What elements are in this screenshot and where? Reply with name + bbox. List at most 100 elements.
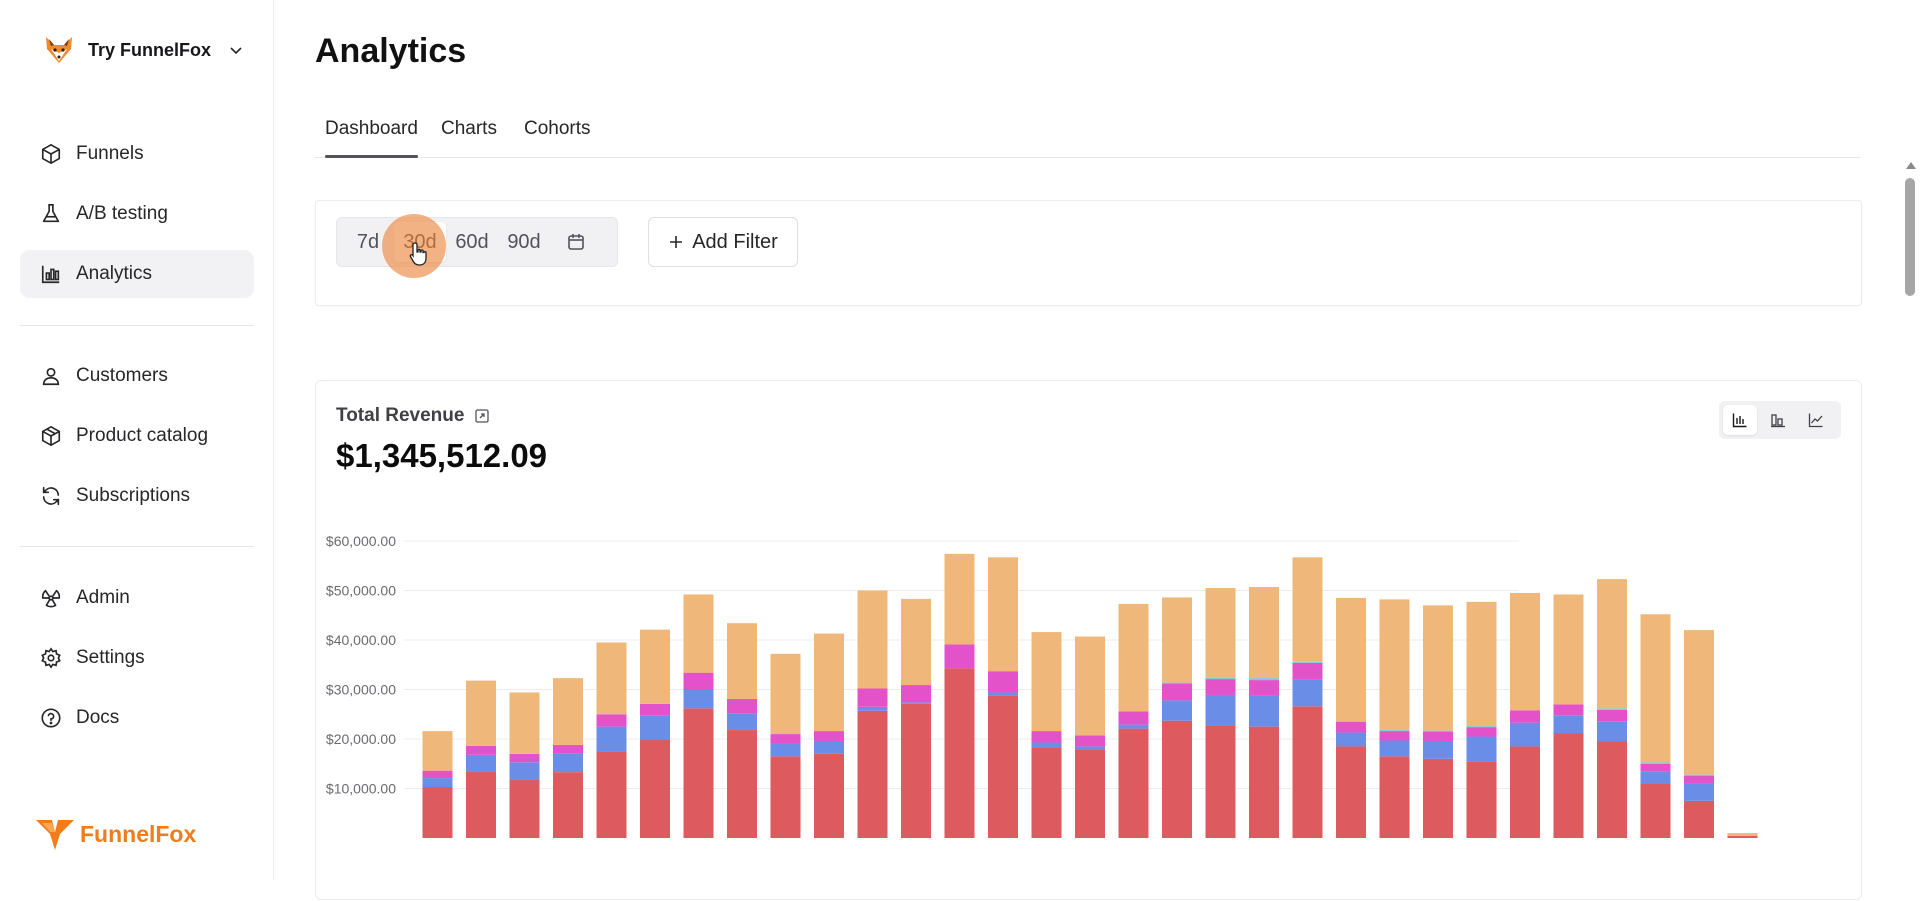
sidebar-item-product-catalog[interactable]: Product catalog	[20, 412, 254, 460]
sidebar-item-customers[interactable]: Customers	[20, 352, 254, 400]
range-7d-button[interactable]: 7d	[342, 222, 394, 262]
bar-segment[interactable]	[1249, 587, 1279, 679]
bar-segment[interactable]	[1684, 774, 1714, 776]
bar-segment[interactable]	[1249, 726, 1279, 838]
bar-segment[interactable]	[727, 730, 757, 838]
bar-segment[interactable]	[901, 685, 931, 703]
bar-segment[interactable]	[857, 710, 888, 838]
bar-segment[interactable]	[640, 703, 670, 716]
bar-segment[interactable]	[1336, 746, 1366, 838]
sidebar-item-settings[interactable]: Settings	[20, 634, 254, 682]
bar-segment[interactable]	[422, 778, 453, 788]
bar-segment[interactable]	[727, 623, 757, 699]
workspace-switcher[interactable]: Try FunnelFox	[42, 32, 243, 68]
bar-segment[interactable]	[1423, 758, 1453, 838]
bar-segment[interactable]	[1075, 636, 1105, 736]
bar-segment[interactable]	[1510, 746, 1540, 838]
bar-segment[interactable]	[1553, 733, 1584, 838]
bar-segment[interactable]	[770, 653, 801, 735]
bar-segment[interactable]	[1292, 661, 1323, 663]
bar-segment[interactable]	[901, 598, 931, 686]
bar-segment[interactable]	[901, 703, 931, 838]
bar-segment[interactable]	[901, 702, 931, 704]
bar-segment[interactable]	[1379, 740, 1410, 757]
bar-segment[interactable]	[509, 779, 540, 838]
bar-segment[interactable]	[1510, 722, 1540, 747]
bar-segment[interactable]	[1640, 614, 1671, 763]
bar-segment[interactable]	[1162, 700, 1192, 721]
bar-segment[interactable]	[553, 772, 583, 838]
bar-segment[interactable]	[683, 672, 714, 690]
bar-segment[interactable]	[1205, 677, 1236, 680]
bar-segment[interactable]	[1466, 726, 1497, 728]
bar-segment[interactable]	[1684, 775, 1714, 784]
bar-segment[interactable]	[596, 751, 627, 838]
bar-segment[interactable]	[727, 698, 757, 714]
bar-segment[interactable]	[1205, 725, 1236, 838]
bar-segment[interactable]	[1292, 679, 1323, 707]
bar-segment[interactable]	[1553, 594, 1584, 705]
bar-segment[interactable]	[814, 753, 844, 838]
bar-segment[interactable]	[944, 553, 975, 645]
bar-segment[interactable]	[1118, 603, 1149, 712]
bar-segment[interactable]	[1379, 599, 1410, 731]
sidebar-item-analytics[interactable]: Analytics	[20, 250, 254, 298]
bar-segment[interactable]	[857, 688, 888, 707]
bar-segment[interactable]	[640, 739, 670, 838]
bar-segment[interactable]	[1336, 597, 1366, 722]
bar-segment[interactable]	[1423, 731, 1453, 741]
bar-segment[interactable]	[1249, 695, 1279, 727]
bar-segment[interactable]	[466, 745, 496, 755]
bar-segment[interactable]	[770, 734, 801, 744]
custom-date-button[interactable]	[550, 222, 602, 262]
bar-segment[interactable]	[1684, 800, 1714, 838]
bar-segment[interactable]	[466, 754, 496, 772]
bar-segment[interactable]	[1597, 741, 1627, 838]
bar-segment[interactable]	[1640, 783, 1671, 838]
sidebar-item-docs[interactable]: Docs	[20, 694, 254, 742]
bar-segment[interactable]	[596, 714, 627, 727]
bar-segment[interactable]	[683, 689, 714, 709]
bar-segment[interactable]	[1075, 749, 1105, 838]
add-filter-button[interactable]: Add Filter	[648, 217, 798, 267]
bar-segment[interactable]	[466, 680, 496, 746]
bar-segment[interactable]	[1075, 735, 1105, 747]
bar-segment[interactable]	[683, 708, 714, 838]
bar-segment[interactable]	[1640, 763, 1671, 772]
bar-segment[interactable]	[1205, 694, 1236, 726]
bar-segment[interactable]	[640, 715, 670, 740]
bar-segment[interactable]	[1162, 720, 1192, 838]
bar-segment[interactable]	[1379, 756, 1410, 838]
bar-segment[interactable]	[1423, 740, 1453, 759]
bar-segment[interactable]	[509, 762, 540, 780]
bar-segment[interactable]	[596, 642, 627, 715]
bar-segment[interactable]	[1379, 731, 1410, 741]
bar-segment[interactable]	[1727, 833, 1758, 837]
bar-segment[interactable]	[1205, 588, 1236, 678]
bar-segment[interactable]	[1379, 730, 1410, 732]
range-90d-button[interactable]: 90d	[498, 222, 550, 262]
bar-segment[interactable]	[1031, 742, 1062, 748]
bar-segment[interactable]	[509, 753, 540, 763]
bar-segment[interactable]	[944, 644, 975, 669]
bar-segment[interactable]	[509, 692, 540, 754]
bar-segment[interactable]	[1466, 736, 1497, 762]
bar-segment[interactable]	[683, 594, 714, 673]
bar-segment[interactable]	[1162, 683, 1192, 701]
bar-segment[interactable]	[1031, 632, 1062, 732]
bar-segment[interactable]	[988, 671, 1018, 693]
bar-segment[interactable]	[553, 678, 583, 745]
bar-segment[interactable]	[553, 753, 583, 773]
bar-segment[interactable]	[1162, 682, 1192, 684]
bar-segment[interactable]	[1553, 715, 1584, 734]
bar-segment[interactable]	[988, 557, 1018, 672]
bar-segment[interactable]	[770, 743, 801, 757]
bar-segment[interactable]	[1336, 721, 1366, 733]
bar-segment[interactable]	[1162, 597, 1192, 683]
bar-segment[interactable]	[640, 629, 670, 704]
bar-segment[interactable]	[1075, 746, 1105, 750]
line-chart-view-button[interactable]	[1799, 405, 1833, 435]
tab-dashboard[interactable]: Dashboard	[325, 118, 418, 158]
bar-segment[interactable]	[553, 744, 583, 754]
bar-segment[interactable]	[1292, 557, 1323, 662]
